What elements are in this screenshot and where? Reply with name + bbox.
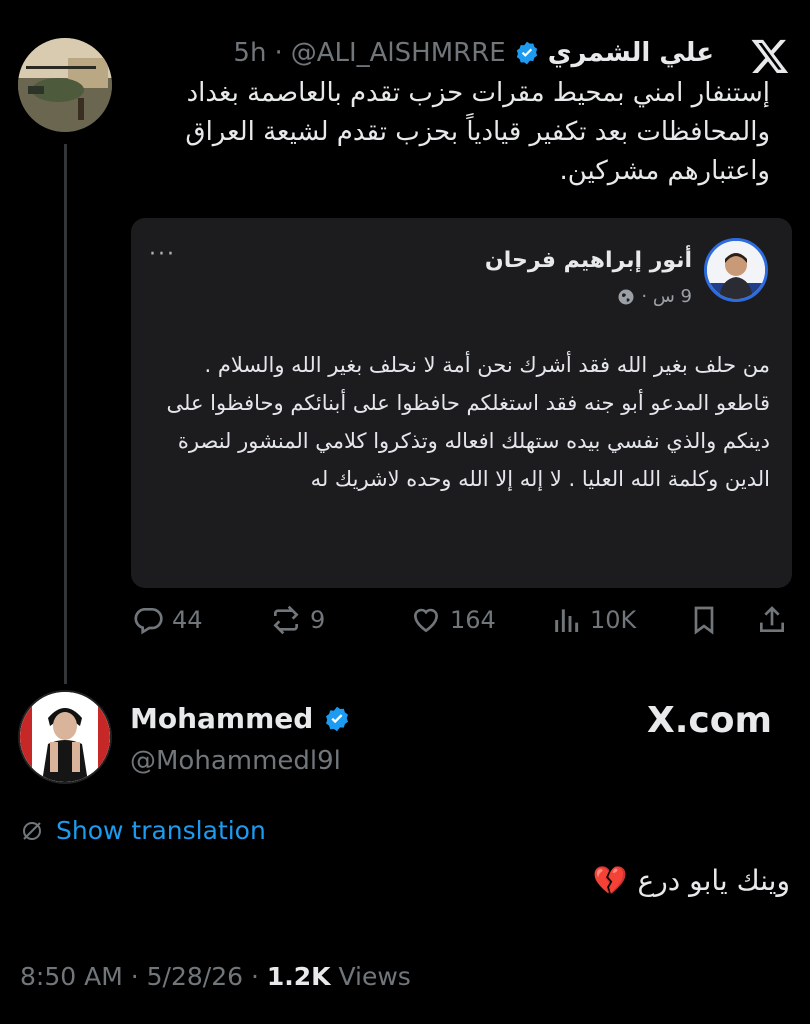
tweet-time[interactable]: 5h <box>233 38 266 68</box>
repost-icon <box>273 605 299 635</box>
reply-icon <box>134 608 163 635</box>
globe-icon <box>618 289 634 304</box>
show-translation-label[interactable]: Show translation <box>56 816 266 845</box>
repost-button[interactable]: 9 <box>270 604 325 636</box>
post-footer: 8:50 AM · 5/28/26 · 1.2K Views <box>20 962 411 991</box>
translate-icon <box>23 821 41 840</box>
more-options-icon[interactable]: ··· <box>149 242 176 267</box>
tweet-text: إستنفار امني بمحيط مقرات حزب تقدم بالعاص… <box>185 78 770 186</box>
post-time[interactable]: 8:50 AM <box>20 962 123 991</box>
views-total: 1.2K <box>266 962 331 991</box>
broken-heart-emoji: 💔 <box>592 864 628 897</box>
reply-count: 44 <box>172 606 203 634</box>
share-button[interactable] <box>756 604 788 636</box>
bookmark-icon <box>694 606 714 635</box>
post-date[interactable]: 5/28/26 <box>147 962 243 991</box>
like-button[interactable]: 164 <box>410 604 496 636</box>
show-translation-link[interactable]: Show translation <box>20 816 266 845</box>
quoted-time: 9 س · <box>641 286 692 307</box>
footer-separator: · <box>250 962 267 991</box>
header-separator: · <box>274 38 283 68</box>
reply-author-name[interactable]: Mohammed <box>130 702 313 735</box>
views-label: Views <box>338 962 411 991</box>
x-com-watermark: X.com <box>646 700 772 741</box>
verified-badge-icon <box>516 41 537 65</box>
x-logo-icon[interactable] <box>750 36 790 76</box>
reply-button[interactable]: 44 <box>132 604 203 636</box>
views-icon <box>555 609 579 632</box>
repost-count: 9 <box>310 606 326 634</box>
views-button[interactable]: 10K <box>550 604 636 636</box>
person-portrait-icon <box>707 241 765 299</box>
views-count: 10K <box>590 606 637 634</box>
reply-author-handle[interactable]: @Mohammedl9l <box>130 746 341 776</box>
tweet-header: 5h · @ALI_AlSHMRRE علي الشمري <box>233 36 714 70</box>
footer-separator: · <box>130 962 147 991</box>
quoted-author-name[interactable]: أنور إبراهيم فرحان <box>485 248 692 273</box>
quoted-author-avatar[interactable] <box>704 238 768 302</box>
helicopter-photo-icon <box>18 38 112 132</box>
share-icon <box>760 606 784 632</box>
quoted-meta: 9 س · <box>617 286 692 307</box>
reply-author-name-row: Mohammed <box>130 702 351 735</box>
bookmark-button[interactable] <box>688 604 720 636</box>
anime-character-icon <box>20 692 110 782</box>
author-name[interactable]: علي الشمري <box>548 38 714 68</box>
like-icon <box>413 608 439 633</box>
reply-text-body: وينك يابو درع <box>637 864 790 897</box>
reply-author-avatar[interactable] <box>18 690 112 784</box>
like-count: 164 <box>450 606 496 634</box>
quoted-post-body: من حلف بغير الله فقد أشرك نحن أمة لا نحل… <box>166 353 770 491</box>
tweet-action-bar: 44 9 164 10K <box>132 604 792 644</box>
thread-connector-line <box>64 144 67 684</box>
reply-text: وينك يابو درع 💔 <box>593 864 790 897</box>
quoted-post-card[interactable]: أنور إبراهيم فرحان 9 س · ··· من حلف بغير… <box>131 218 792 588</box>
author-avatar[interactable] <box>18 38 112 132</box>
author-handle[interactable]: @ALI_AlSHMRRE <box>291 38 506 68</box>
verified-badge-icon <box>326 706 349 731</box>
